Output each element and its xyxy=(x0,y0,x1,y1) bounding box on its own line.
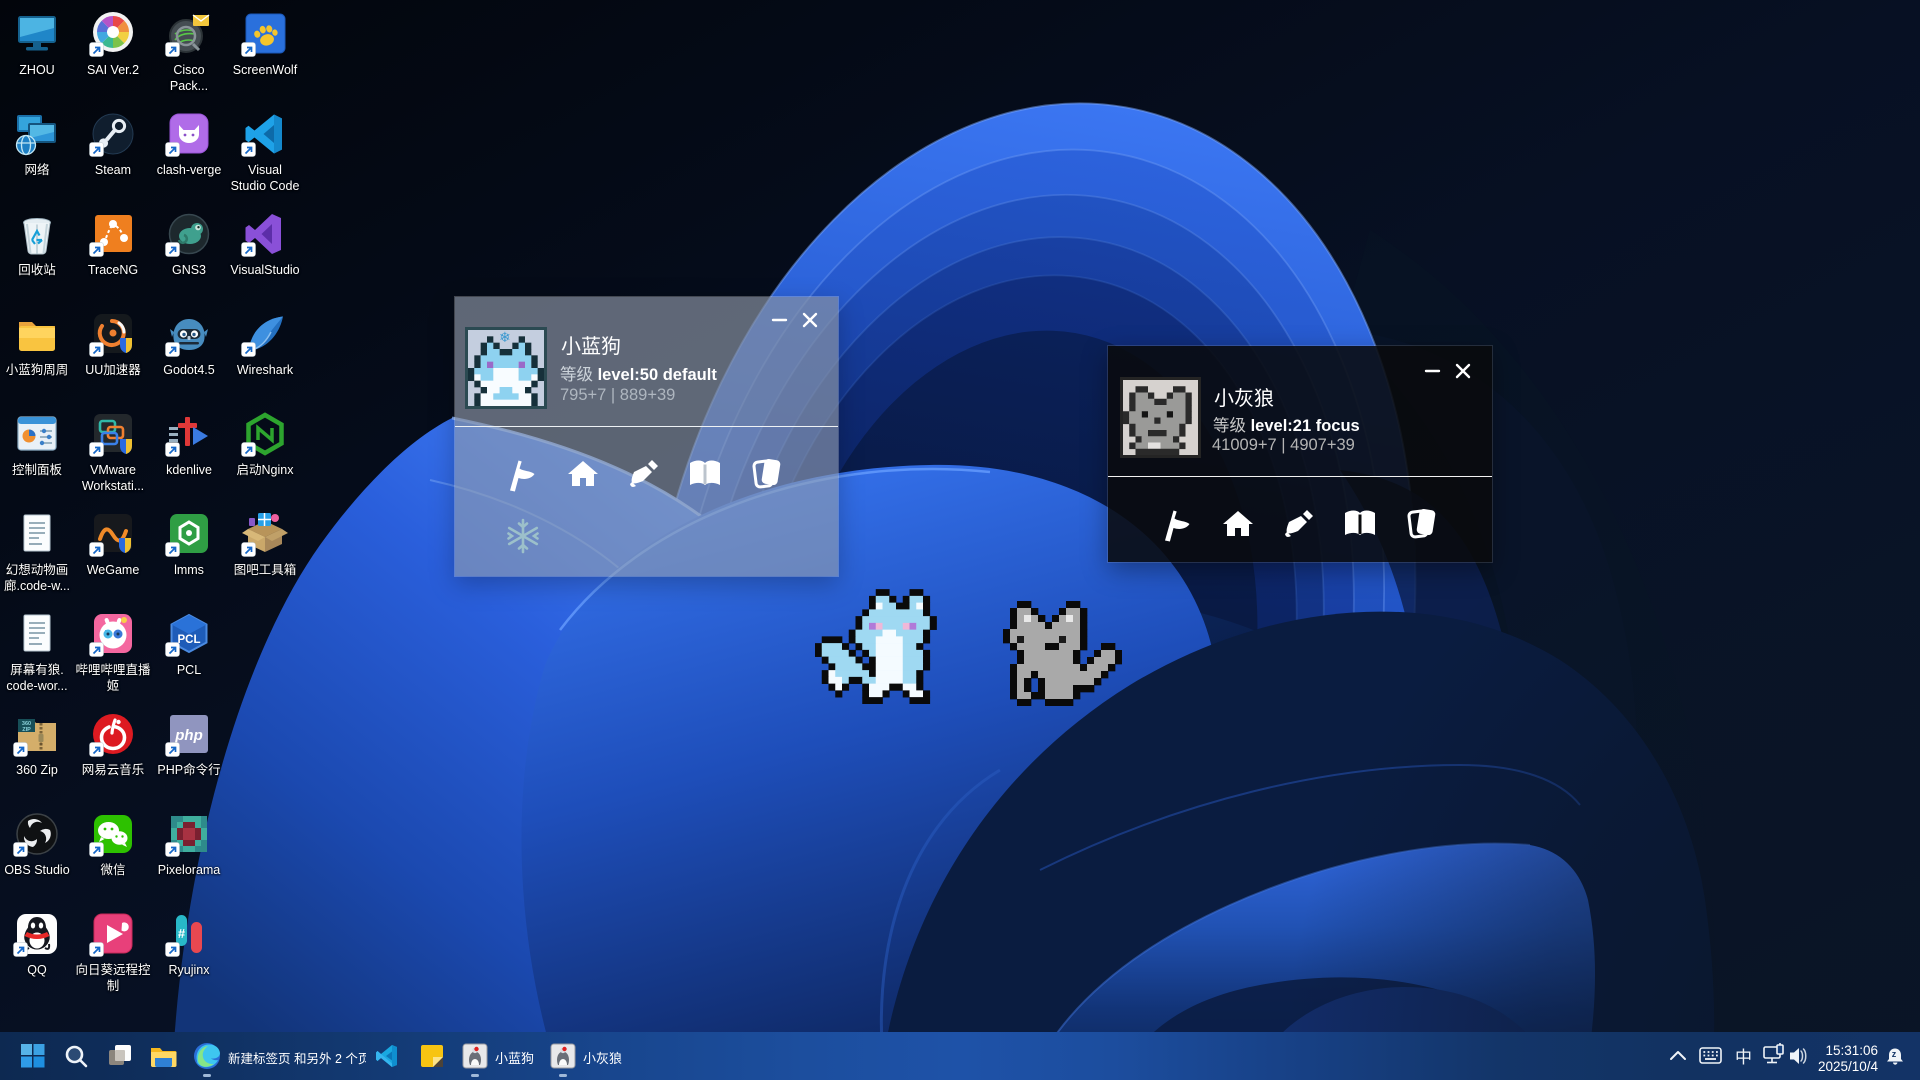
svg-text:#: # xyxy=(178,926,186,941)
svg-text:2025/10/4: 2025/10/4 xyxy=(1818,1059,1879,1074)
svg-text:z: z xyxy=(1892,1049,1897,1059)
svg-text:中: 中 xyxy=(1735,1048,1752,1067)
svg-text:15:31:06: 15:31:06 xyxy=(1825,1043,1878,1058)
svg-text:ZIP: ZIP xyxy=(22,727,31,733)
